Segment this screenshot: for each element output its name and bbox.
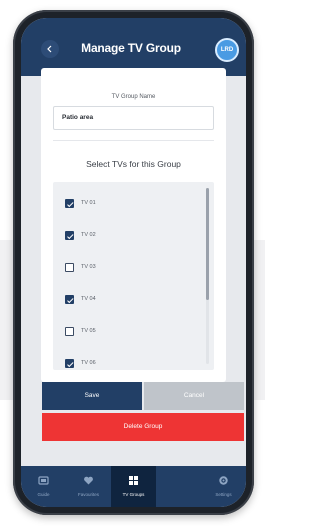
tab-label: Settings: [215, 492, 232, 497]
tv-label: TV 02: [81, 232, 96, 238]
tv-list-item[interactable]: TV 06: [53, 352, 203, 370]
tv-checkbox[interactable]: [65, 295, 74, 304]
heart-icon: [84, 476, 93, 485]
gear-icon: [219, 476, 228, 485]
tv-list-item[interactable]: TV 02: [53, 224, 203, 248]
tab-label: TV Groups: [122, 492, 145, 497]
tv-list-item[interactable]: TV 03: [53, 256, 203, 280]
save-button[interactable]: Save: [42, 382, 142, 410]
tab-settings[interactable]: Settings: [201, 466, 246, 507]
page-title: Manage TV Group: [81, 41, 181, 55]
group-name-label: TV Group Name: [111, 94, 156, 100]
bottom-tab-bar: Guide Favourites TV Groups Settings: [21, 466, 246, 507]
tab-tv-groups[interactable]: TV Groups: [111, 466, 156, 507]
tv-label: TV 06: [81, 360, 96, 366]
tv-label: TV 05: [81, 328, 96, 334]
tv-label: TV 04: [81, 296, 96, 302]
tv-list-item[interactable]: TV 05: [53, 320, 203, 344]
tv-checkbox[interactable]: [65, 263, 74, 272]
select-tvs-title: Select TVs for this Group: [86, 159, 181, 169]
cancel-button[interactable]: Cancel: [144, 382, 244, 410]
guide-icon: [38, 476, 49, 485]
tab-favourites[interactable]: Favourites: [66, 466, 111, 507]
app-screen: Manage TV Group LRD TV Group Name Patio …: [21, 18, 246, 507]
avatar[interactable]: LRD: [215, 38, 239, 62]
tv-list-item[interactable]: TV 04: [53, 288, 203, 312]
tv-checkbox[interactable]: [65, 327, 74, 336]
scrollbar-thumb[interactable]: [206, 188, 209, 300]
grid-icon: [129, 476, 138, 485]
tv-list-item[interactable]: TV 01: [53, 192, 203, 216]
tab-label: Favourites: [77, 492, 99, 497]
tv-checkbox[interactable]: [65, 359, 74, 368]
tv-label: TV 01: [81, 200, 96, 206]
group-form-card: TV Group Name Patio area Select TVs for …: [41, 68, 226, 382]
delete-group-button[interactable]: Delete Group: [42, 413, 244, 441]
tv-list[interactable]: TV 01 TV 02 TV 03 TV 04 TV 05 TV 06: [53, 182, 214, 370]
phone-frame: Manage TV Group LRD TV Group Name Patio …: [13, 10, 254, 515]
divider: [53, 140, 214, 141]
chevron-left-icon: [47, 45, 52, 53]
tab-extra[interactable]: [156, 466, 201, 507]
tab-label: Guide: [37, 492, 50, 497]
tv-label: TV 03: [81, 264, 96, 270]
tab-guide[interactable]: Guide: [21, 466, 66, 507]
tv-checkbox[interactable]: [65, 199, 74, 208]
back-button[interactable]: [41, 40, 59, 58]
tv-checkbox[interactable]: [65, 231, 74, 240]
group-name-input[interactable]: Patio area: [53, 106, 214, 130]
